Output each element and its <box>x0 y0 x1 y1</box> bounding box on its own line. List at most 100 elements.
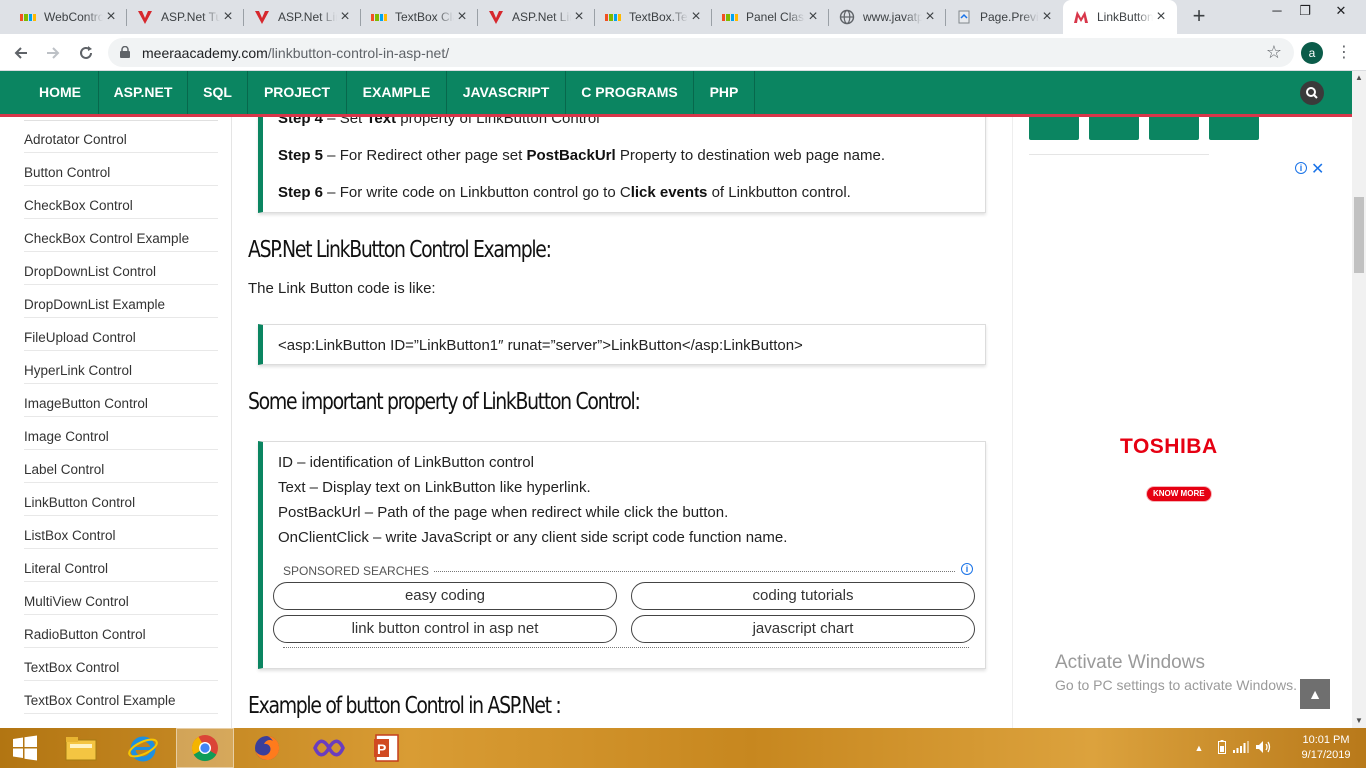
sidebar-item[interactable]: DropDownList Example <box>24 285 218 318</box>
nav-item-project[interactable]: PROJECT <box>248 71 347 114</box>
internet-explorer-icon[interactable] <box>114 728 172 768</box>
sidebar-item[interactable]: CheckBox Control Example <box>24 219 218 252</box>
twitter-icon[interactable] <box>1149 117 1199 140</box>
youtube-icon[interactable] <box>1209 117 1259 140</box>
back-to-top-button[interactable]: ▲ <box>1300 679 1330 709</box>
bookmark-star-icon[interactable]: ☆ <box>1266 42 1282 63</box>
sidebar-item[interactable]: FileUpload Control <box>24 318 218 351</box>
info-icon[interactable]: i <box>961 563 973 575</box>
sidebar-item[interactable]: DropDownList Control <box>24 252 218 285</box>
sidebar-item[interactable]: Label Control <box>24 450 218 483</box>
browser-tab[interactable]: ASP.Net LinkButton × <box>478 0 595 34</box>
scroll-down-icon[interactable]: ▼ <box>1352 714 1366 728</box>
browser-tab[interactable]: Panel Class × <box>712 0 829 34</box>
clock[interactable]: 10:01 PM 9/17/2019 <box>1294 733 1358 763</box>
svg-text:P: P <box>377 741 386 757</box>
close-window-button[interactable]: ✕ <box>1326 0 1356 24</box>
nav-item-example[interactable]: EXAMPLE <box>347 71 447 114</box>
menu-icon[interactable]: ⋮ <box>1336 42 1352 64</box>
nav-item-sql[interactable]: SQL <box>188 71 248 114</box>
show-hidden-icons-icon[interactable]: ▲ <box>1192 743 1206 753</box>
scroll-up-icon[interactable]: ▲ <box>1352 71 1366 85</box>
sidebar-item[interactable]: ImageButton Control <box>24 384 218 417</box>
maximize-button[interactable]: ❐ <box>1290 0 1320 24</box>
visual-studio-icon[interactable] <box>300 728 358 768</box>
sidebar-item[interactable]: MultiView Control <box>24 582 218 615</box>
new-tab-button[interactable]: + <box>1188 5 1210 28</box>
sidebar-item[interactable]: Panel Control Example <box>24 714 218 728</box>
pinterest-icon[interactable] <box>1089 117 1139 140</box>
nav-item-home[interactable]: HOME <box>22 71 99 114</box>
facebook-icon[interactable] <box>1029 117 1079 140</box>
browser-tab[interactable]: WebControl Tutorial × <box>10 0 127 34</box>
reload-icon[interactable] <box>73 40 99 66</box>
close-tab-icon[interactable]: × <box>1153 9 1169 25</box>
close-tab-icon[interactable]: × <box>220 9 236 25</box>
sponsored-link[interactable]: javascript chart <box>631 615 975 643</box>
sidebar-item[interactable]: HyperLink Control <box>24 351 218 384</box>
sidebar-item[interactable]: Button Control <box>24 153 218 186</box>
ad-brand[interactable]: TOSHIBA <box>1120 435 1218 459</box>
browser-tab[interactable]: ASP.Net Tutorial × <box>127 0 244 34</box>
red-v-logo-icon <box>137 9 153 25</box>
battery-icon[interactable] <box>1218 739 1226 757</box>
sidebar-item[interactable]: TextBox Control Example <box>24 681 218 714</box>
file-explorer-icon[interactable] <box>52 728 110 768</box>
sponsored-link[interactable]: easy coding <box>273 582 617 610</box>
minimize-button[interactable]: ─ <box>1262 0 1292 24</box>
sidebar-item[interactable]: RadioButton Control <box>24 615 218 648</box>
nav-item-c-programs[interactable]: C PROGRAMS <box>566 71 694 114</box>
network-icon[interactable] <box>1233 740 1249 756</box>
ad-choices-icon[interactable]: i <box>1295 162 1307 174</box>
nav-item-php[interactable]: PHP <box>694 71 755 114</box>
sidebar-item[interactable]: Adrotator Control <box>24 120 218 153</box>
back-icon[interactable] <box>8 40 34 66</box>
close-tab-icon[interactable]: × <box>1039 9 1055 25</box>
firefox-icon[interactable] <box>238 728 296 768</box>
sidebar-item[interactable]: LinkButton Control <box>24 483 218 516</box>
browser-tab[interactable]: TextBox.Text × <box>595 0 712 34</box>
right-sidebar: i ✕ TOSHIBA KNOW MORE Activate Windows G… <box>1012 117 1352 728</box>
ad-know-more-button[interactable]: KNOW MORE <box>1147 487 1211 501</box>
sponsored-link[interactable]: link button control in asp net <box>273 615 617 643</box>
close-tab-icon[interactable]: × <box>805 9 821 25</box>
sidebar: Adrotator Control Button Control CheckBo… <box>0 117 232 728</box>
close-tab-icon[interactable]: × <box>688 9 704 25</box>
search-icon[interactable] <box>1300 81 1324 105</box>
sidebar-item[interactable]: Image Control <box>24 417 218 450</box>
close-tab-icon[interactable]: × <box>103 9 119 25</box>
sidebar-item[interactable]: TextBox Control <box>24 648 218 681</box>
nav-item-aspnet[interactable]: ASP.NET <box>99 71 188 114</box>
page-scrollbar[interactable]: ▲ ▼ <box>1352 71 1366 728</box>
scroll-thumb[interactable] <box>1354 197 1364 273</box>
sidebar-item[interactable]: Literal Control <box>24 549 218 582</box>
property-item: ID – identification of LinkButton contro… <box>278 454 534 471</box>
address-bar[interactable]: meeraacademy.com/linkbutton-control-in-a… <box>108 38 1294 67</box>
chrome-icon[interactable] <box>176 728 234 768</box>
close-tab-icon[interactable]: × <box>571 9 587 25</box>
tab-title: TextBox Class <box>395 10 454 24</box>
sidebar-item[interactable]: ListBox Control <box>24 516 218 549</box>
browser-tab[interactable]: TextBox Class × <box>361 0 478 34</box>
browser-tab[interactable]: ASP.Net LinkButton × <box>244 0 361 34</box>
browser-tab-active[interactable]: LinkButton Control × <box>1063 0 1177 34</box>
close-tab-icon[interactable]: × <box>337 9 353 25</box>
browser-tab[interactable]: www.javatpoint × <box>829 0 946 34</box>
tab-title: ASP.Net LinkButton <box>512 10 571 24</box>
volume-icon[interactable] <box>1256 740 1272 757</box>
profile-avatar[interactable]: a <box>1301 42 1323 64</box>
ad-close-icon[interactable]: ✕ <box>1311 159 1324 179</box>
tab-title: ASP.Net Tutorial <box>161 10 220 24</box>
tab-title: ASP.Net LinkButton <box>278 10 337 24</box>
browser-tab[interactable]: Page.PreviousPage × <box>946 0 1063 34</box>
code-sample: <asp:LinkButton ID=”LinkButton1″ runat=”… <box>278 337 803 354</box>
forward-icon[interactable] <box>40 40 66 66</box>
nav-item-javascript[interactable]: JAVASCRIPT <box>447 71 566 114</box>
close-tab-icon[interactable]: × <box>454 9 470 25</box>
sidebar-item[interactable]: CheckBox Control <box>24 186 218 219</box>
powerpoint-icon[interactable]: P <box>358 728 416 768</box>
close-tab-icon[interactable]: × <box>922 9 938 25</box>
start-button[interactable] <box>0 728 50 768</box>
tab-title: www.javatpoint <box>863 10 922 24</box>
sponsored-link[interactable]: coding tutorials <box>631 582 975 610</box>
